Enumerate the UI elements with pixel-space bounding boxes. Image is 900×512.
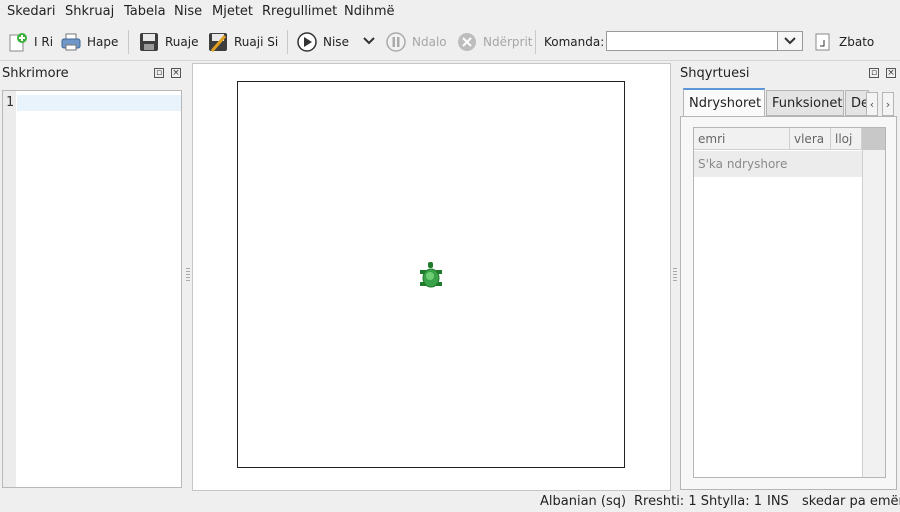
play-icon — [296, 31, 318, 53]
tab-scroll-left-button[interactable]: ‹ — [866, 92, 878, 116]
turtle-icon — [420, 262, 442, 288]
open-label: Hape — [87, 35, 119, 49]
new-button[interactable]: I Ri — [7, 29, 53, 55]
printer-icon — [60, 31, 82, 53]
status-mode: INS — [767, 494, 789, 509]
new-label: I Ri — [34, 35, 54, 49]
column-header-value[interactable]: vlera — [790, 128, 831, 150]
menu-tools[interactable]: Mjetet — [212, 4, 253, 19]
variables-table[interactable]: emri vlera lloj S'ka ndryshore — [693, 127, 886, 478]
float-icon[interactable]: ▫ — [869, 68, 879, 78]
pause-icon — [385, 31, 407, 53]
menu-settings[interactable]: Rregullimet — [262, 4, 337, 19]
status-position: Rreshti: 1 Shtylla: 1 — [634, 494, 762, 509]
save-as-button[interactable]: Ruaji Si — [207, 29, 278, 55]
canvas-area — [192, 63, 671, 491]
stop-label: Ndërprit — [483, 35, 533, 49]
toolbar-separator — [287, 30, 288, 54]
stop-icon — [456, 31, 478, 53]
stop-button[interactable]: Ndërprit — [456, 29, 533, 55]
column-header-type[interactable]: lloj — [831, 128, 862, 150]
close-icon[interactable]: × — [886, 68, 896, 78]
run-label: Nise — [323, 35, 349, 49]
menu-canvas[interactable]: Tabela — [124, 4, 166, 19]
header-corner — [862, 128, 885, 150]
tab-functions[interactable]: Funksionet — [766, 90, 844, 116]
menu-file[interactable]: Skedari — [7, 4, 56, 19]
pause-button[interactable]: Ndalo — [385, 29, 447, 55]
line-number-gutter — [3, 91, 16, 487]
run-button[interactable]: Nise — [296, 29, 349, 55]
command-label-text: Komanda: — [544, 35, 605, 49]
vertical-scrollbar[interactable] — [862, 128, 885, 477]
column-header-name[interactable]: emri — [694, 128, 790, 150]
toolbar: I Ri Hape Ruaje Ruaji Si Nise Ndalo Ndër… — [0, 24, 900, 61]
toolbar-separator — [128, 30, 129, 54]
save-button[interactable]: Ruaje — [138, 29, 198, 55]
chevron-down-icon — [784, 37, 796, 45]
menu-bar: Skedari Shkruaj Tabela Nise Mjetet Rregu… — [0, 0, 900, 24]
apply-label: Zbato — [839, 35, 875, 49]
toolbar-separator — [535, 30, 536, 54]
variables-panel: emri vlera lloj S'ka ndryshore — [680, 116, 897, 490]
menu-edit[interactable]: Shkruaj — [65, 4, 114, 19]
menu-run[interactable]: Nise — [174, 4, 202, 19]
command-label: Komanda: — [544, 29, 604, 55]
new-file-icon — [7, 31, 29, 53]
float-icon[interactable]: ▫ — [154, 68, 164, 78]
command-history-dropdown[interactable] — [778, 31, 803, 51]
save-icon — [138, 31, 160, 53]
inspector-dock-title: Shqyrtuesi — [680, 66, 750, 81]
chevron-down-icon — [362, 35, 376, 49]
code-editor[interactable]: 1 — [2, 90, 182, 488]
current-line-highlight — [17, 95, 181, 111]
line-number: 1 — [6, 95, 14, 110]
apply-button[interactable]: Zbato — [812, 29, 874, 55]
status-file: skedar pa emër — [802, 494, 900, 509]
status-language: Albanian (sq) — [540, 494, 627, 509]
save-as-icon — [207, 31, 229, 53]
apply-icon — [812, 31, 834, 53]
close-icon[interactable]: × — [171, 68, 181, 78]
save-as-label: Ruaji Si — [234, 35, 279, 49]
editor-dock-title: Shkrimore — [2, 66, 69, 81]
splitter-handle[interactable] — [673, 268, 677, 282]
run-speed-dropdown[interactable] — [362, 29, 376, 55]
drawing-canvas[interactable] — [237, 81, 625, 468]
status-bar: Albanian (sq) Rreshti: 1 Shtylla: 1 INS … — [0, 492, 900, 512]
pause-label: Ndalo — [412, 35, 447, 49]
splitter-handle[interactable] — [186, 268, 190, 282]
open-button[interactable]: Hape — [60, 29, 118, 55]
tab-variables[interactable]: Ndryshoret — [683, 88, 765, 116]
tab-scroll-right-button[interactable]: › — [882, 92, 894, 116]
command-input[interactable] — [606, 31, 778, 51]
empty-message: S'ka ndryshore — [694, 151, 862, 177]
menu-help[interactable]: Ndihmë — [344, 4, 395, 19]
save-label: Ruaje — [165, 35, 199, 49]
